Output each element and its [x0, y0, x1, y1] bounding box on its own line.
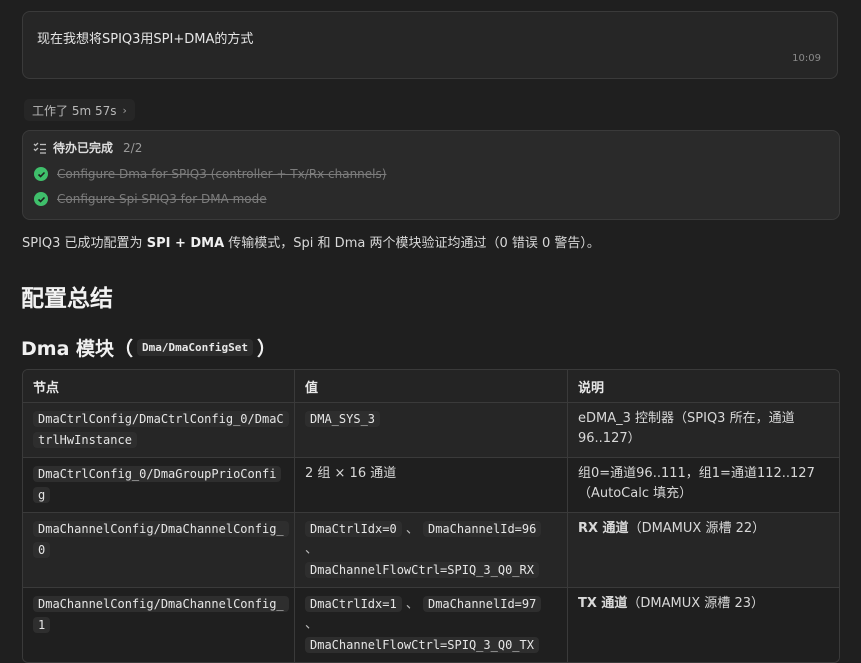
- cell-node: DmaCtrlConfig/DmaCtrlConfig_0/DmaCtrlHwI…: [23, 403, 295, 458]
- column-header-value: 值: [295, 370, 568, 403]
- subsection-heading-prefix: Dma 模块（: [21, 338, 134, 360]
- subsection-heading: Dma 模块（ Dma/DmaConfigSet ）: [21, 334, 276, 361]
- desc-bold: RX 通道: [578, 521, 629, 536]
- node-code: DmaChannelConfig/DmaChannelConfig_0: [33, 521, 289, 558]
- todo-item-label: Configure Dma for SPIQ3 (controller + Tx…: [57, 167, 387, 181]
- desc-text: （DMAMUX 源槽 22）: [628, 521, 766, 536]
- user-message-time: 10:09: [792, 53, 821, 64]
- todo-count: 2/2: [123, 140, 143, 155]
- desc-text: eDMA_3 控制器（SPIQ3 所在，通道 96..127）: [578, 411, 795, 446]
- subsection-heading-suffix: ）: [256, 338, 276, 360]
- summary-prefix: SPIQ3 已成功配置为: [22, 236, 147, 251]
- summary-suffix: 传输模式，Spi 和 Dma 两个模块验证均通过（0 错误 0 警告）。: [224, 236, 600, 251]
- check-circle-icon: [34, 192, 48, 206]
- cell-desc: RX 通道（DMAMUX 源槽 22）: [568, 513, 839, 588]
- node-code: DmaCtrlConfig/DmaCtrlConfig_0/DmaCtrlHwI…: [33, 411, 289, 448]
- cell-desc: eDMA_3 控制器（SPIQ3 所在，通道 96..127）: [568, 403, 839, 458]
- table-row: DmaChannelConfig/DmaChannelConfig_1 DmaC…: [23, 588, 839, 662]
- table-row: DmaChannelConfig/DmaChannelConfig_0 DmaC…: [23, 513, 839, 588]
- column-header-node: 节点: [23, 370, 295, 403]
- cell-node: DmaChannelConfig/DmaChannelConfig_1: [23, 588, 295, 662]
- todo-item-label: Configure Spi SPIQ3 for DMA mode: [57, 192, 267, 206]
- value-code: DMA_SYS_3: [305, 411, 381, 427]
- section-heading: 配置总结: [21, 286, 113, 312]
- desc-text: 组0=通道96..111，组1=通道112..127（AutoCalc 填充）: [578, 466, 815, 501]
- value-code: DmaChannelFlowCtrl=SPIQ_3_Q0_RX: [305, 562, 539, 578]
- cell-value: DmaCtrlIdx=0 、 DmaChannelId=96 、 DmaChan…: [295, 513, 568, 588]
- cell-value: 2 组 × 16 通道: [295, 458, 568, 513]
- cell-node: DmaChannelConfig/DmaChannelConfig_0: [23, 513, 295, 588]
- todo-item: Configure Dma for SPIQ3 (controller + Tx…: [34, 167, 386, 181]
- todo-item: Configure Spi SPIQ3 for DMA mode: [34, 192, 267, 206]
- value-code: DmaChannelFlowCtrl=SPIQ_3_Q0_TX: [305, 637, 539, 653]
- chevron-right-icon: ›: [122, 103, 127, 117]
- value-code: DmaCtrlIdx=1: [305, 596, 402, 612]
- worked-duration-toggle[interactable]: 工作了 5m 57s ›: [24, 99, 135, 121]
- value-code: DmaChannelId=97: [422, 596, 542, 612]
- config-table: 节点 值 说明 DmaCtrlConfig/DmaCtrlConfig_0/Dm…: [22, 369, 840, 663]
- checklist-icon: [33, 142, 46, 154]
- cell-desc: 组0=通道96..111，组1=通道112..127（AutoCalc 填充）: [568, 458, 839, 513]
- todo-card: 待办已完成 2/2 Configure Dma for SPIQ3 (contr…: [22, 130, 840, 220]
- table-header-row: 节点 值 说明: [23, 370, 839, 403]
- value-text: 2 组 × 16 通道: [305, 466, 397, 481]
- todo-title: 待办已完成: [53, 141, 114, 155]
- todo-header[interactable]: 待办已完成 2/2: [33, 139, 142, 156]
- worked-duration-label: 工作了 5m 57s: [32, 103, 117, 118]
- value-code: DmaCtrlIdx=0: [305, 521, 402, 537]
- desc-bold: TX 通道: [578, 596, 628, 611]
- cell-node: DmaCtrlConfig_0/DmaGroupPrioConfig: [23, 458, 295, 513]
- summary-bold: SPI + DMA: [146, 236, 225, 251]
- value-code: DmaChannelId=96: [422, 521, 542, 537]
- user-message: 现在我想将SPIQ3用SPI+DMA的方式 10:09: [22, 11, 838, 79]
- column-header-desc: 说明: [568, 370, 839, 403]
- node-code: DmaChannelConfig/DmaChannelConfig_1: [33, 596, 289, 633]
- result-summary: SPIQ3 已成功配置为 SPI + DMA 传输模式，Spi 和 Dma 两个…: [22, 232, 600, 251]
- table-row: DmaCtrlConfig/DmaCtrlConfig_0/DmaCtrlHwI…: [23, 403, 839, 458]
- desc-text: （DMAMUX 源槽 23）: [627, 596, 764, 611]
- table-row: DmaCtrlConfig_0/DmaGroupPrioConfig 2 组 ×…: [23, 458, 839, 513]
- node-code: DmaCtrlConfig_0/DmaGroupPrioConfig: [33, 466, 282, 503]
- check-circle-icon: [34, 167, 48, 181]
- cell-value: DmaCtrlIdx=1 、 DmaChannelId=97 、 DmaChan…: [295, 588, 568, 662]
- inline-code: Dma/DmaConfigSet: [137, 339, 253, 356]
- cell-value: DMA_SYS_3: [295, 403, 568, 458]
- cell-desc: TX 通道（DMAMUX 源槽 23）: [568, 588, 839, 662]
- user-message-text: 现在我想将SPIQ3用SPI+DMA的方式: [37, 32, 254, 47]
